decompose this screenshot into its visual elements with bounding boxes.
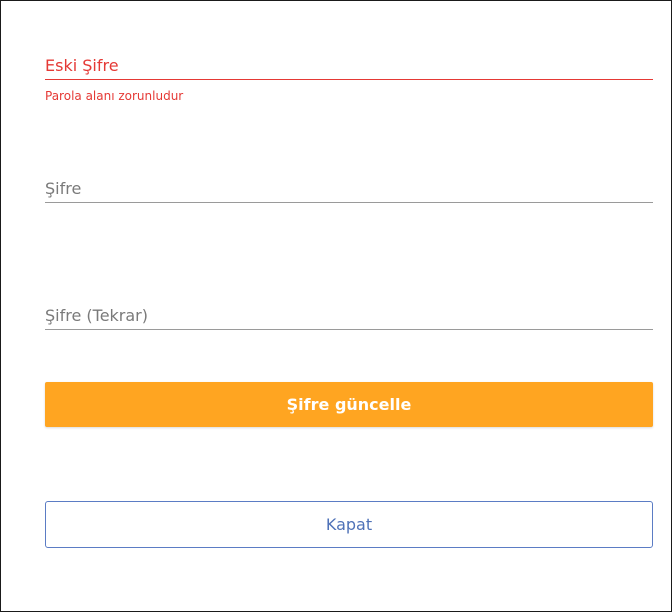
old-password-field: Parola alanı zorunludur xyxy=(45,53,653,103)
update-password-button[interactable]: Şifre güncelle xyxy=(45,382,653,427)
old-password-error-message: Parola alanı zorunludur xyxy=(45,89,184,103)
close-button[interactable]: Kapat xyxy=(45,501,653,548)
new-password-input[interactable] xyxy=(45,176,653,202)
new-password-field xyxy=(45,176,653,203)
change-password-dialog: Parola alanı zorunludur Şifre güncelle K… xyxy=(0,0,672,612)
old-password-input[interactable] xyxy=(45,53,653,79)
repeat-password-input[interactable] xyxy=(45,303,653,329)
repeat-password-field xyxy=(45,303,653,330)
new-password-underline xyxy=(45,202,653,203)
old-password-underline xyxy=(45,79,653,80)
repeat-password-underline xyxy=(45,329,653,330)
